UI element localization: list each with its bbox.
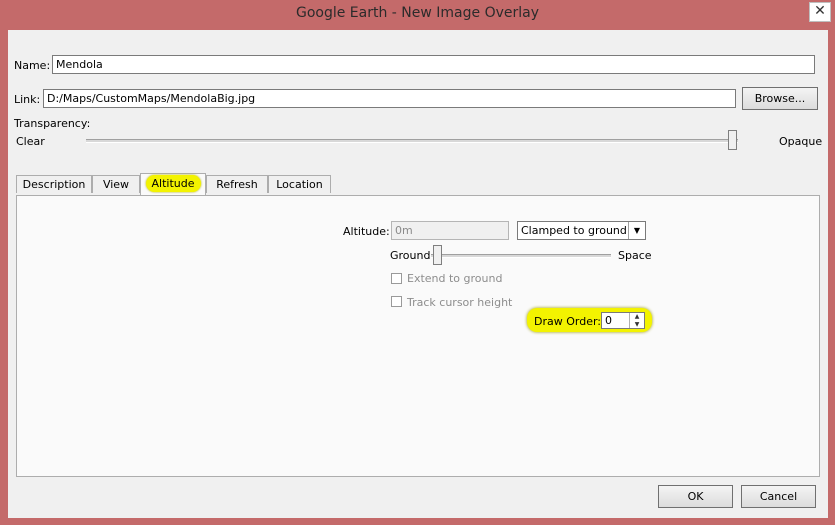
- altitude-slider-thumb[interactable]: [433, 245, 442, 265]
- transparency-slider-track[interactable]: [86, 139, 738, 143]
- transparency-max-label: Opaque: [779, 135, 823, 148]
- close-button[interactable]: ✕: [809, 2, 831, 22]
- track-cursor-height-label: Track cursor height: [407, 296, 513, 309]
- altitude-slider-min-label: Ground: [390, 249, 431, 262]
- dialog-window: Google Earth - New Image Overlay ✕ Name:…: [0, 0, 835, 525]
- cancel-button[interactable]: Cancel: [741, 485, 816, 508]
- name-field[interactable]: Mendola: [52, 55, 815, 74]
- extend-to-ground-checkbox[interactable]: [391, 273, 402, 284]
- draw-order-spinner[interactable]: 0 ▲ ▼: [601, 312, 645, 329]
- tab-location[interactable]: Location: [268, 175, 331, 193]
- title-bar[interactable]: Google Earth - New Image Overlay ✕: [0, 0, 835, 28]
- spinner-arrows-icon[interactable]: ▲ ▼: [629, 313, 644, 328]
- altitude-input[interactable]: 0m: [391, 221, 509, 240]
- name-label: Name:: [14, 59, 51, 72]
- transparency-slider-thumb[interactable]: [728, 130, 737, 150]
- altitude-mode-value: Clamped to ground: [521, 224, 627, 237]
- dialog-client-area: Name: Mendola Link: D:/Maps/CustomMaps/M…: [8, 30, 828, 518]
- tab-description[interactable]: Description: [16, 175, 92, 193]
- browse-button[interactable]: Browse...: [742, 87, 818, 110]
- chevron-down-icon[interactable]: ▼: [628, 222, 645, 239]
- transparency-label: Transparency:: [14, 117, 91, 130]
- altitude-tab-panel: Altitude: 0m Clamped to ground ▼ Ground …: [16, 195, 820, 477]
- draw-order-label: Draw Order:: [534, 315, 601, 328]
- altitude-label: Altitude:: [343, 225, 390, 238]
- tab-view[interactable]: View: [92, 175, 140, 193]
- close-icon: ✕: [814, 3, 826, 19]
- extend-to-ground-label: Extend to ground: [407, 272, 503, 285]
- ok-button[interactable]: OK: [658, 485, 733, 508]
- link-label: Link:: [14, 93, 41, 106]
- window-title: Google Earth - New Image Overlay: [295, 5, 540, 21]
- draw-order-value: 0: [605, 314, 612, 327]
- tab-altitude[interactable]: Altitude: [140, 173, 206, 195]
- altitude-mode-select[interactable]: Clamped to ground ▼: [517, 221, 646, 240]
- altitude-slider-max-label: Space: [618, 249, 652, 262]
- track-cursor-height-checkbox[interactable]: [391, 296, 402, 307]
- altitude-slider-track[interactable]: [431, 254, 611, 258]
- transparency-min-label: Clear: [16, 135, 45, 148]
- link-field[interactable]: D:/Maps/CustomMaps/MendolaBig.jpg: [43, 89, 736, 108]
- tab-refresh[interactable]: Refresh: [206, 175, 268, 193]
